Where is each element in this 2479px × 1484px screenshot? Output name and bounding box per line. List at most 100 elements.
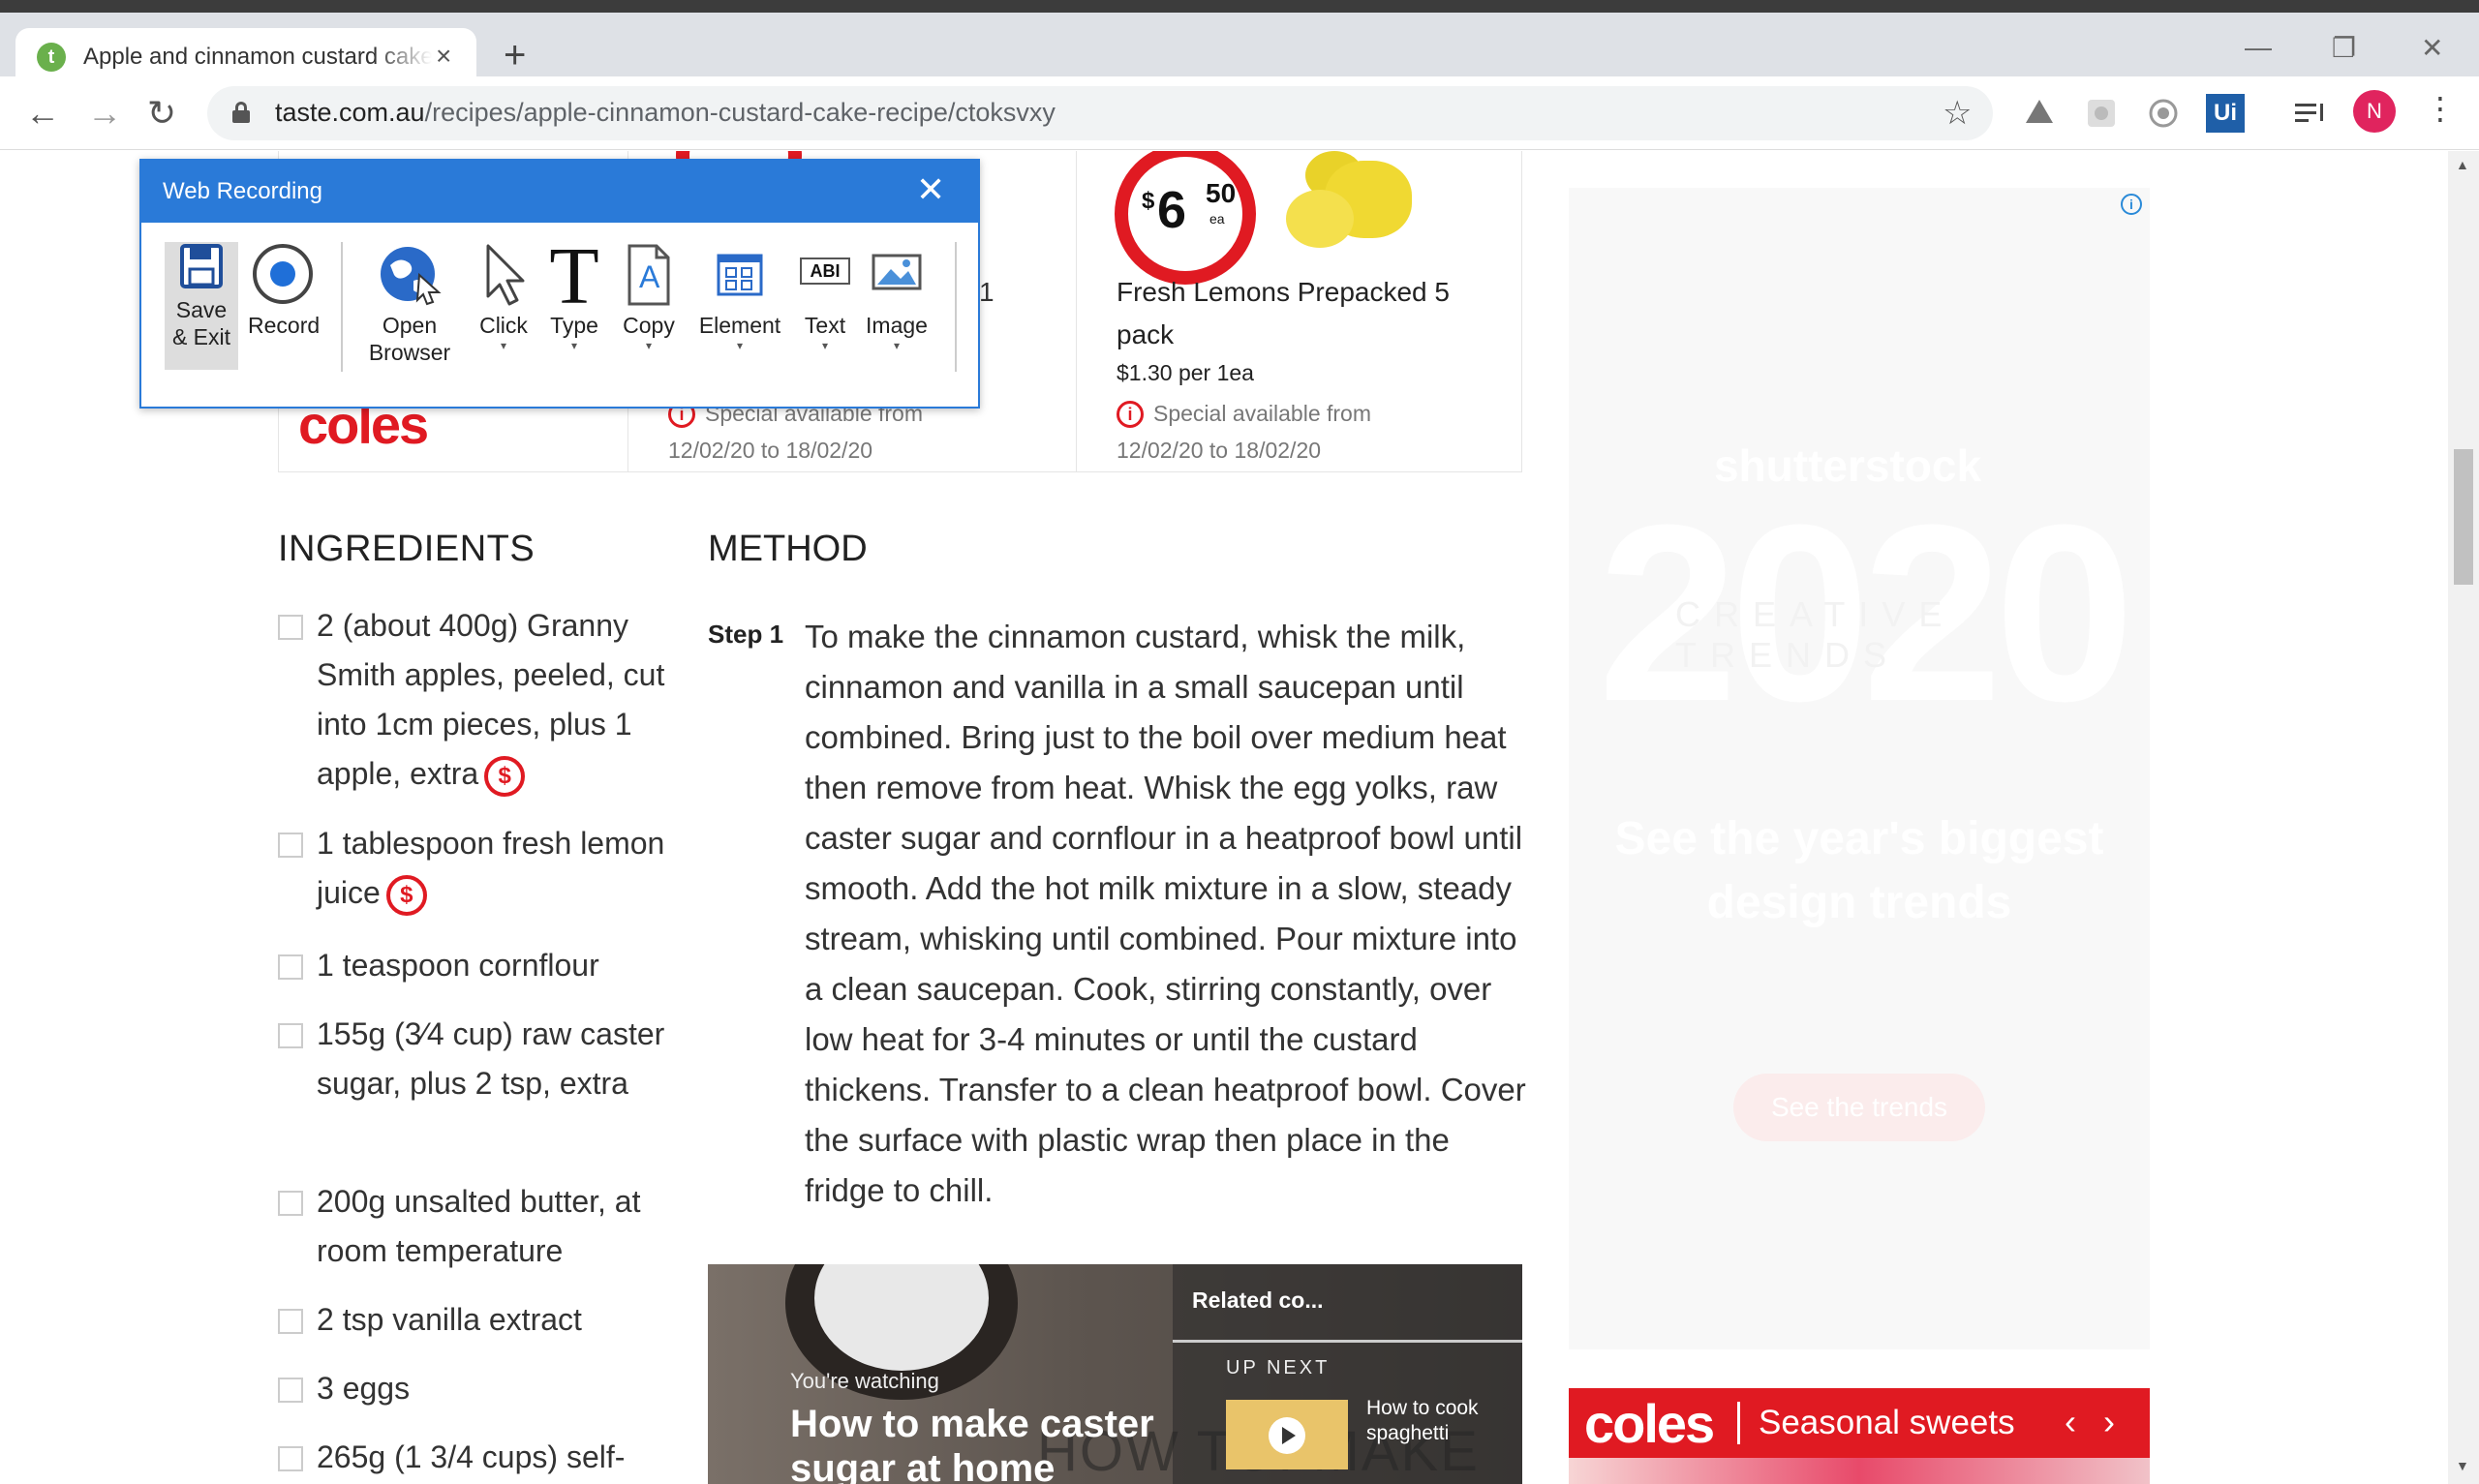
page-scrollbar[interactable]: ▲ ▼: [2448, 151, 2479, 1484]
toolbar-separator: [341, 242, 343, 372]
ingredient-text: 3 eggs: [317, 1371, 411, 1406]
price-badge: $ 6 50 ea: [1115, 151, 1256, 285]
text-icon: ABI: [796, 242, 854, 312]
open-browser-button[interactable]: Open Browser: [356, 242, 463, 366]
click-button[interactable]: Click ▾: [471, 242, 536, 352]
element-button[interactable]: Element ▾: [689, 242, 790, 352]
playlist-icon[interactable]: [2291, 94, 2330, 133]
coles-price-icon[interactable]: $: [484, 755, 526, 797]
pointer-icon: [471, 242, 536, 312]
type-icon: T: [549, 231, 599, 321]
tab-title-fade: [374, 38, 432, 76]
ad-tagline: See the year's biggest design trends: [1614, 813, 2104, 928]
click-label: Click: [479, 313, 528, 338]
price-dollar: $: [1142, 188, 1155, 214]
browser-toolbar: ← → ↻ taste.com.au/recipes/apple-cinnamo…: [0, 76, 2479, 150]
ingredient-checkbox[interactable]: [278, 1191, 303, 1216]
ad-cta-button[interactable]: See the trends: [1733, 1074, 1985, 1141]
address-bar[interactable]: taste.com.au/recipes/apple-cinnamon-cust…: [207, 86, 1993, 140]
recorder-title: Web Recording: [163, 178, 322, 204]
play-icon[interactable]: [1269, 1417, 1305, 1454]
click-dropdown-icon[interactable]: ▾: [471, 339, 536, 352]
partial-product-text: 1: [979, 277, 995, 307]
special-dates: 12/02/20 to 18/02/20: [668, 438, 873, 463]
type-button[interactable]: T Type ▾: [542, 231, 606, 353]
ingredient-checkbox[interactable]: [278, 1309, 303, 1334]
forward-button[interactable]: →: [87, 94, 122, 133]
chevron-right-icon[interactable]: ›: [2103, 1402, 2115, 1442]
text-dropdown-icon[interactable]: ▾: [796, 339, 854, 352]
coles-banner-text: Seasonal sweets: [1759, 1404, 2015, 1441]
extension-icon[interactable]: [2082, 94, 2121, 133]
ingredient-checkbox[interactable]: [278, 1023, 303, 1048]
step-label: Step 1: [708, 620, 784, 649]
lock-icon[interactable]: [232, 102, 250, 123]
ingredient-text: 200g unsalted butter, at room temperatur…: [317, 1184, 641, 1268]
type-dropdown-icon[interactable]: ▾: [542, 339, 606, 352]
coles-banner-image: [1569, 1458, 2150, 1484]
text-button[interactable]: ABI Text ▾: [796, 242, 854, 352]
related-panel: Related co... UP NEXT How to cook spaghe…: [1173, 1264, 1522, 1484]
special-text: Special available from: [1153, 401, 1372, 426]
ingredient-item: 1 tablespoon fresh lemon juice $: [278, 819, 685, 920]
price-unit: ea: [1209, 211, 1225, 227]
toolbar-separator: [955, 242, 957, 372]
coles-price-icon[interactable]: $: [385, 874, 427, 916]
product-name[interactable]: Fresh Lemons Prepacked 5 pack: [1117, 271, 1484, 356]
open-browser-label: Open Browser: [368, 313, 451, 365]
element-icon: [689, 242, 790, 312]
profile-avatar[interactable]: N: [2353, 90, 2396, 133]
recorder-close-icon[interactable]: ✕: [916, 170, 945, 209]
lemon-image: [1286, 190, 1354, 248]
special-dates: 12/02/20 to 18/02/20: [1117, 438, 1322, 463]
next-video-thumbnail[interactable]: [1226, 1400, 1348, 1469]
image-button[interactable]: Image ▾: [862, 242, 932, 352]
drive-icon[interactable]: [2020, 94, 2059, 133]
ingredient-checkbox[interactable]: [278, 1446, 303, 1471]
bookmark-star-icon[interactable]: ☆: [1943, 94, 1972, 133]
record-button[interactable]: Record: [248, 242, 320, 339]
shutterstock-ad[interactable]: i shutterstock 2020 CREATIVE TRENDS See …: [1569, 188, 2150, 1349]
minimize-button[interactable]: —: [2245, 32, 2272, 63]
ingredient-checkbox[interactable]: [278, 1378, 303, 1403]
ingredient-text: 1 tablespoon fresh lemon juice: [317, 826, 665, 910]
next-video-title[interactable]: How to cook spaghetti: [1366, 1396, 1483, 1446]
save-icon: [165, 242, 238, 296]
copy-button[interactable]: A Copy ▾: [614, 242, 684, 352]
chevron-left-icon[interactable]: ‹: [2065, 1402, 2076, 1442]
ingredient-text: 2 tsp vanilla extract: [317, 1302, 582, 1337]
element-dropdown-icon[interactable]: ▾: [689, 339, 790, 352]
ingredients-heading: INGREDIENTS: [278, 529, 536, 569]
window-top-strip: [0, 0, 2479, 13]
back-button[interactable]: ←: [25, 94, 60, 133]
video-watching-label: You're watching: [790, 1369, 939, 1393]
record-icon[interactable]: [2144, 94, 2183, 133]
ingredient-checkbox[interactable]: [278, 833, 303, 858]
close-window-button[interactable]: ✕: [2421, 32, 2443, 64]
ingredient-checkbox[interactable]: [278, 615, 303, 640]
reload-button[interactable]: ↻: [147, 94, 176, 133]
browser-menu-icon[interactable]: ⋮: [2425, 90, 2456, 127]
price-main: 6: [1157, 181, 1186, 239]
ingredient-checkbox[interactable]: [278, 954, 303, 980]
image-dropdown-icon[interactable]: ▾: [862, 339, 932, 352]
copy-dropdown-icon[interactable]: ▾: [614, 339, 684, 352]
coles-seasonal-banner[interactable]: coles Seasonal sweets ‹ ›: [1569, 1388, 2150, 1458]
save-exit-button[interactable]: Save & Exit: [165, 242, 238, 370]
tab-close-icon[interactable]: ×: [436, 40, 451, 73]
scroll-thumb[interactable]: [2454, 449, 2473, 585]
ad-info-icon[interactable]: i: [2121, 194, 2142, 215]
url-text[interactable]: taste.com.au/recipes/apple-cinnamon-cust…: [275, 98, 1056, 128]
uipath-icon[interactable]: Ui: [2206, 94, 2245, 133]
coles-banner-logo: coles: [1584, 1393, 1715, 1454]
scroll-up-icon[interactable]: ▲: [2456, 157, 2469, 172]
image-icon: [862, 242, 932, 312]
restore-button[interactable]: ❐: [2332, 32, 2356, 64]
new-tab-button[interactable]: +: [504, 34, 526, 76]
ingredient-text: 1 teaspoon cornflour: [317, 948, 599, 983]
video-player[interactable]: HOW TO: MAKE You're watching How to make…: [708, 1264, 1522, 1484]
related-title[interactable]: Related co...: [1192, 1287, 1323, 1314]
related-divider: [1173, 1340, 1522, 1343]
banner-divider: [1737, 1402, 1740, 1444]
scroll-down-icon[interactable]: ▼: [2456, 1458, 2469, 1473]
